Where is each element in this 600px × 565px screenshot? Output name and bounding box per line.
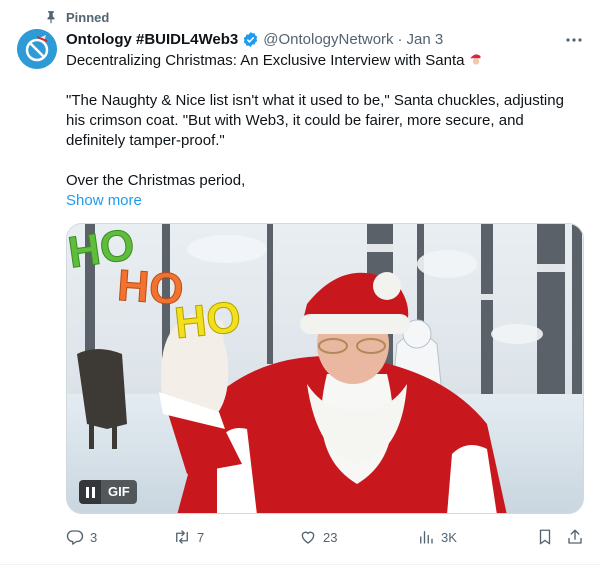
gif-label: GIF bbox=[101, 480, 137, 504]
tweet-card[interactable]: Pinned Ontology #BUIDL4Web3 @OntologyNet… bbox=[0, 0, 600, 565]
tweet-title: Decentralizing Christmas: An Exclusive I… bbox=[66, 52, 465, 69]
ontology-logo-icon bbox=[17, 29, 57, 69]
pinned-label: Pinned bbox=[66, 9, 110, 25]
santa-gif-image: HO HO HO bbox=[67, 224, 583, 513]
heart-icon bbox=[301, 531, 315, 544]
views-count: 3K bbox=[441, 529, 457, 545]
santa-emoji-icon bbox=[469, 54, 484, 66]
bookmark-icon bbox=[539, 529, 551, 545]
tweet-actions: 3 7 23 3K bbox=[66, 527, 588, 547]
reply-icon bbox=[66, 530, 84, 545]
pin-icon bbox=[47, 11, 55, 24]
share-icon bbox=[568, 529, 582, 544]
repost-icon bbox=[176, 530, 188, 544]
tweet-text: Decentralizing Christmas: An Exclusive I… bbox=[66, 51, 586, 211]
bookmark-button[interactable] bbox=[536, 527, 554, 547]
repost-count: 7 bbox=[197, 529, 205, 545]
like-button[interactable]: 23 bbox=[299, 527, 337, 547]
pause-icon[interactable] bbox=[79, 480, 101, 504]
share-button[interactable] bbox=[566, 527, 584, 547]
tweet-tail: Over the Christmas period, bbox=[66, 172, 246, 189]
reply-button[interactable]: 3 bbox=[66, 527, 97, 547]
ho-text-3: HO bbox=[172, 293, 243, 349]
reply-count: 3 bbox=[90, 529, 98, 545]
tweet-header: Ontology #BUIDL4Web3 @OntologyNetwork · … bbox=[66, 29, 443, 49]
author-handle[interactable]: @OntologyNetwork bbox=[263, 31, 393, 48]
media-gif[interactable]: HO HO HO GIF bbox=[66, 223, 584, 514]
pinned-indicator: Pinned bbox=[44, 9, 109, 25]
tweet-paragraph: "The Naughty & Nice list isn't what it u… bbox=[66, 92, 564, 149]
analytics-icon bbox=[420, 531, 433, 544]
tweet-date[interactable]: Jan 3 bbox=[407, 31, 444, 48]
more-icon[interactable] bbox=[564, 30, 584, 50]
like-count: 23 bbox=[323, 529, 338, 545]
views-button[interactable]: 3K bbox=[417, 527, 457, 547]
verified-badge-icon bbox=[244, 31, 258, 47]
avatar[interactable] bbox=[17, 29, 57, 69]
gif-badge[interactable]: GIF bbox=[79, 480, 137, 504]
repost-button[interactable]: 7 bbox=[173, 527, 204, 547]
separator-dot: · bbox=[397, 30, 403, 48]
author-name[interactable]: Ontology #BUIDL4Web3 bbox=[66, 31, 238, 48]
show-more-link[interactable]: Show more bbox=[66, 191, 142, 211]
